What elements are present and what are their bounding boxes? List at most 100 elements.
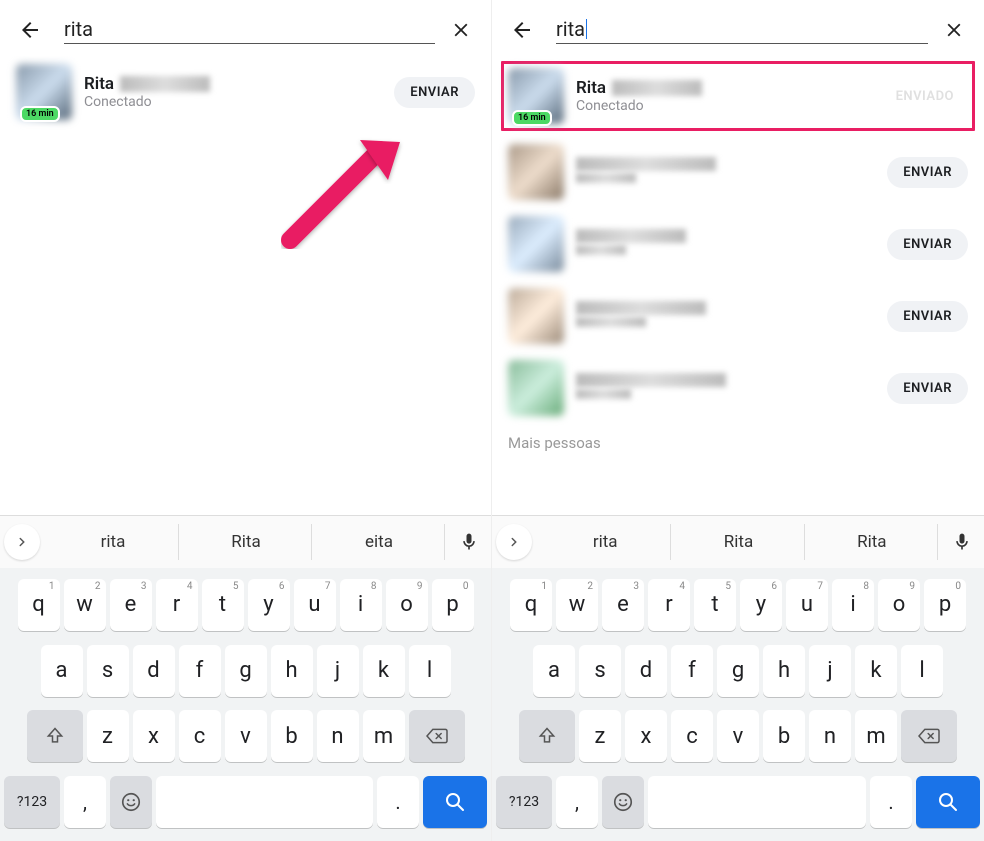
suggestion-item[interactable]: Rita	[807, 524, 938, 560]
key-s[interactable]: s	[579, 645, 621, 697]
key-j[interactable]: j	[809, 645, 851, 697]
key-v[interactable]: v	[717, 710, 759, 762]
key-x[interactable]: x	[133, 710, 175, 762]
contact-row[interactable]: 16 min Rita Conectado ENVIADO	[500, 60, 976, 132]
key-z[interactable]: z	[579, 710, 621, 762]
back-button[interactable]	[508, 16, 536, 44]
key-l[interactable]: l	[409, 645, 451, 697]
key-f[interactable]: f	[179, 645, 221, 697]
key-e[interactable]: e3	[602, 579, 644, 631]
key-a[interactable]: a	[41, 645, 83, 697]
key-emoji[interactable]	[110, 776, 152, 828]
key-m[interactable]: m	[363, 710, 405, 762]
key-comma[interactable]: ,	[64, 776, 106, 828]
key-q[interactable]: q1	[18, 579, 60, 631]
key-h[interactable]: h	[763, 645, 805, 697]
key-x[interactable]: x	[625, 710, 667, 762]
key-r[interactable]: r4	[156, 579, 198, 631]
key-b[interactable]: b	[763, 710, 805, 762]
key-numbers[interactable]: ?123	[496, 776, 552, 828]
suggestion-item[interactable]: rita	[48, 524, 179, 560]
key-i[interactable]: i8	[832, 579, 874, 631]
key-e[interactable]: e3	[110, 579, 152, 631]
key-k[interactable]: k	[855, 645, 897, 697]
send-button[interactable]: ENVIAR	[394, 77, 475, 108]
key-l[interactable]: l	[901, 645, 943, 697]
contact-row[interactable]: ENVIAR	[492, 136, 984, 208]
send-button[interactable]: ENVIAR	[887, 301, 968, 332]
key-g[interactable]: g	[225, 645, 267, 697]
key-period[interactable]: .	[377, 776, 419, 828]
key-backspace[interactable]	[409, 710, 465, 762]
search-input[interactable]	[64, 17, 435, 44]
key-f[interactable]: f	[671, 645, 713, 697]
key-v[interactable]: v	[225, 710, 267, 762]
key-j[interactable]: j	[317, 645, 359, 697]
key-c[interactable]: c	[671, 710, 713, 762]
suggestion-item[interactable]: Rita	[673, 524, 804, 560]
voice-input-button[interactable]	[944, 524, 980, 560]
key-z[interactable]: z	[87, 710, 129, 762]
key-b[interactable]: b	[271, 710, 313, 762]
key-n[interactable]: n	[317, 710, 359, 762]
suggestion-item[interactable]: Rita	[181, 524, 312, 560]
key-t[interactable]: t5	[694, 579, 736, 631]
key-u[interactable]: u7	[294, 579, 336, 631]
back-button[interactable]	[16, 16, 44, 44]
key-u[interactable]: u7	[786, 579, 828, 631]
key-backspace[interactable]	[901, 710, 957, 762]
key-emoji[interactable]	[602, 776, 644, 828]
key-shift[interactable]	[27, 710, 83, 762]
key-a[interactable]: a	[533, 645, 575, 697]
contact-row[interactable]: 16 min Rita Conectado ENVIAR	[0, 56, 491, 128]
key-period[interactable]: .	[870, 776, 912, 828]
key-o[interactable]: o9	[386, 579, 428, 631]
send-button[interactable]: ENVIAR	[887, 157, 968, 188]
contact-row[interactable]: ENVIAR	[492, 280, 984, 352]
contact-row[interactable]: ENVIAR	[492, 208, 984, 280]
key-g[interactable]: g	[717, 645, 759, 697]
key-k[interactable]: k	[363, 645, 405, 697]
key-c[interactable]: c	[179, 710, 221, 762]
key-y[interactable]: y6	[248, 579, 290, 631]
key-search[interactable]	[916, 776, 980, 828]
key-comma[interactable]: ,	[556, 776, 598, 828]
search-header: rita	[492, 0, 984, 56]
key-shift[interactable]	[519, 710, 575, 762]
key-space[interactable]	[648, 776, 866, 828]
search-input[interactable]: rita	[556, 17, 585, 41]
key-w[interactable]: w2	[64, 579, 106, 631]
key-r[interactable]: r4	[648, 579, 690, 631]
key-m[interactable]: m	[855, 710, 897, 762]
key-y[interactable]: y6	[740, 579, 782, 631]
expand-suggestions-button[interactable]	[496, 524, 532, 560]
key-w[interactable]: w2	[556, 579, 598, 631]
send-button[interactable]: ENVIAR	[887, 229, 968, 260]
key-s[interactable]: s	[87, 645, 129, 697]
suggestion-item[interactable]: rita	[540, 524, 671, 560]
key-o[interactable]: o9	[878, 579, 920, 631]
expand-suggestions-button[interactable]	[4, 524, 40, 560]
clear-button[interactable]	[940, 16, 968, 44]
key-t[interactable]: t5	[202, 579, 244, 631]
key-space[interactable]	[156, 776, 373, 828]
contact-row[interactable]: ENVIAR	[492, 352, 984, 424]
key-p[interactable]: p0	[924, 579, 966, 631]
key-d[interactable]: d	[625, 645, 667, 697]
send-button[interactable]: ENVIAR	[887, 373, 968, 404]
chevron-right-icon	[507, 535, 521, 549]
avatar	[508, 360, 564, 416]
key-p[interactable]: p0	[432, 579, 474, 631]
key-h[interactable]: h	[271, 645, 313, 697]
clear-button[interactable]	[447, 16, 475, 44]
key-numbers[interactable]: ?123	[4, 776, 60, 828]
voice-input-button[interactable]	[451, 524, 487, 560]
key-n[interactable]: n	[809, 710, 851, 762]
suggestion-item[interactable]: eita	[314, 524, 445, 560]
contact-info	[576, 229, 887, 259]
key-q[interactable]: q1	[510, 579, 552, 631]
backspace-icon	[917, 726, 941, 746]
key-d[interactable]: d	[133, 645, 175, 697]
key-search[interactable]	[423, 776, 487, 828]
key-i[interactable]: i8	[340, 579, 382, 631]
